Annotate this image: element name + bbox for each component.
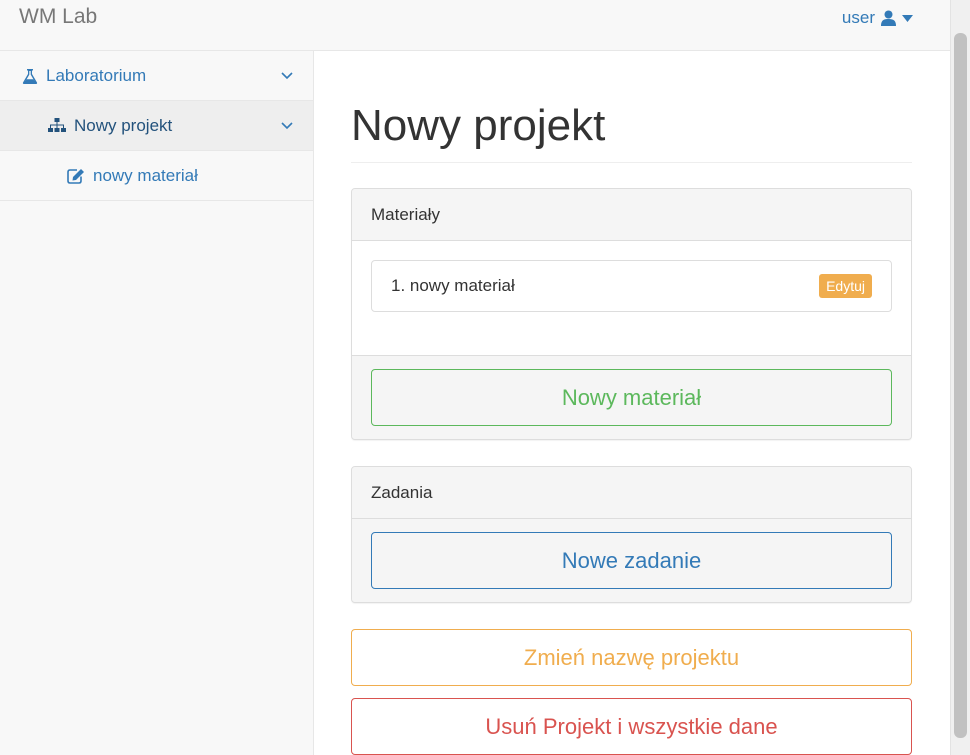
main-content: Nowy projekt Materiały 1. nowy materiał … [351,51,912,755]
materials-panel-body: 1. nowy materiał Edytuj [352,241,911,357]
user-icon [881,10,896,26]
tasks-panel: Zadania Nowe zadanie [351,466,912,604]
page-title: Nowy projekt [351,101,912,164]
chevron-down-icon[interactable] [281,115,293,135]
flask-icon [22,68,38,84]
tasks-panel-footer: Nowe zadanie [352,519,911,603]
user-menu[interactable]: user [842,8,913,28]
sidebar: Laboratorium Nowy projekt nowy materiał [0,51,314,755]
edit-button[interactable]: Edytuj [819,274,872,299]
sidebar-item-label: nowy materiał [93,165,198,185]
materials-panel-heading: Materiały [352,189,911,242]
rename-project-button[interactable]: Zmień nazwę projektu [351,629,912,687]
tasks-panel-heading: Zadania [352,467,911,520]
materials-panel: Materiały 1. nowy materiał Edytuj Nowy m… [351,188,912,441]
add-material-button[interactable]: Nowy materiał [371,369,892,427]
sidebar-item-label: Nowy projekt [74,115,173,135]
sidebar-item-laboratorium[interactable]: Laboratorium [0,51,313,101]
caret-down-icon [902,14,913,22]
sidebar-item-label: Laboratorium [46,65,147,85]
brand[interactable]: WM Lab [19,5,97,29]
scrollbar[interactable] [950,0,970,755]
sidebar-item-nowy-projekt[interactable]: Nowy projekt [0,101,313,151]
sidebar-item-nowy-material[interactable]: nowy materiał [0,151,313,201]
sitemap-icon [48,118,66,133]
material-label: 1. nowy materiał [391,276,515,296]
navbar: WM Lab user [0,0,950,51]
list-item[interactable]: 1. nowy materiał Edytuj [371,260,892,313]
edit-icon [67,168,85,184]
scrollbar-thumb[interactable] [954,33,967,738]
delete-project-button[interactable]: Usuń Projekt i wszystkie dane [351,698,912,755]
materials-panel-footer: Nowy materiał [352,356,911,440]
add-task-button[interactable]: Nowe zadanie [371,532,892,590]
user-label: user [841,8,875,27]
chevron-down-icon[interactable] [281,65,293,85]
